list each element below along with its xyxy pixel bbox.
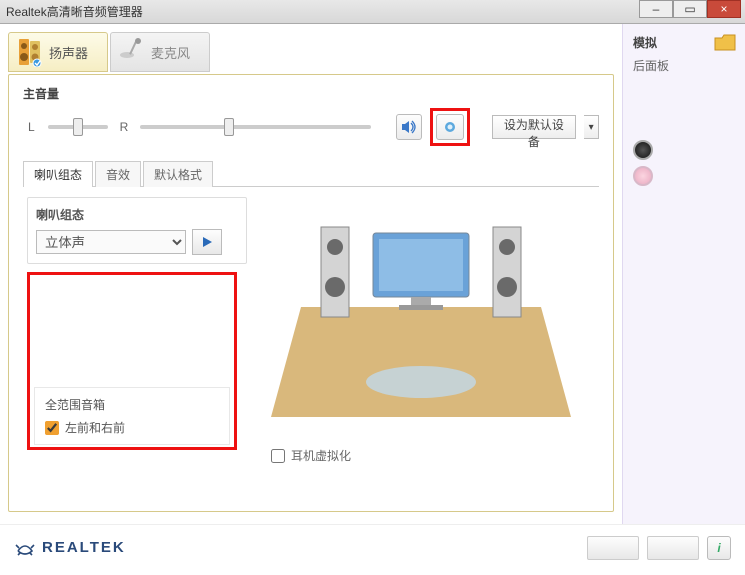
window-title: Realtek高清晰音频管理器	[6, 3, 143, 20]
close-button[interactable]: ×	[707, 0, 741, 18]
microphone-icon	[117, 37, 145, 67]
tab-speaker[interactable]: 扬声器	[8, 32, 108, 72]
minimize-button[interactable]: –	[639, 0, 673, 18]
balance-left-label: L	[23, 120, 40, 134]
device-advanced-settings-icon	[443, 120, 457, 134]
fullrange-box: 全范围音箱 左前和右前	[34, 387, 230, 445]
main-volume-label: 主音量	[23, 85, 599, 102]
balance-right-label: R	[116, 120, 133, 134]
fullrange-front-lr-checkbox[interactable]	[45, 421, 59, 435]
speaker-room-illustration	[271, 197, 571, 437]
realtek-crab-icon	[14, 537, 36, 559]
realtek-logo-text: REALTEK	[42, 539, 126, 556]
realtek-logo: REALTEK	[14, 537, 126, 559]
analog-jack-black[interactable]	[633, 140, 653, 160]
tab-microphone[interactable]: 麦克风	[110, 32, 210, 72]
speaker-config-title: 喇叭组态	[36, 206, 238, 223]
subtab-config[interactable]: 喇叭组态	[23, 161, 93, 187]
speaker-subtabs: 喇叭组态 音效 默认格式	[23, 160, 599, 187]
speaker-icon	[15, 37, 43, 67]
subtab-default-format[interactable]: 默认格式	[143, 161, 213, 187]
title-bar: Realtek高清晰音频管理器 – ▭ ×	[0, 0, 745, 24]
back-panel-label: 后面板	[633, 57, 735, 74]
bottom-button-1[interactable]	[587, 536, 639, 560]
subtab-effects[interactable]: 音效	[95, 161, 141, 187]
volume-icon	[401, 120, 417, 134]
folder-icon[interactable]	[713, 32, 737, 52]
speaker-config-area: 喇叭组态 立体声 全范围音箱	[23, 187, 599, 460]
analog-jack-pink[interactable]	[633, 166, 653, 186]
speaker-config-select[interactable]: 立体声	[36, 230, 186, 254]
headphone-virtualization-label: 耳机虚拟化	[291, 447, 351, 464]
fullrange-title: 全范围音箱	[45, 396, 219, 413]
tab-speaker-label: 扬声器	[49, 43, 88, 62]
speaker-config-box: 喇叭组态 立体声	[27, 197, 247, 264]
bottom-button-2[interactable]	[647, 536, 699, 560]
play-test-button[interactable]	[192, 229, 222, 255]
set-default-button[interactable]: 设为默认设备	[492, 115, 576, 139]
device-tabs: 扬声器 麦克风	[8, 30, 614, 74]
set-default-dropdown[interactable]: ▾	[584, 115, 599, 139]
highlight-fullrange: 全范围音箱 左前和右前	[27, 272, 237, 450]
play-icon	[200, 235, 214, 249]
window-controls: – ▭ ×	[639, 0, 741, 18]
main-volume-row: L R 设为默认设备 ▾	[23, 108, 599, 146]
headphone-virtualization-checkbox[interactable]	[271, 449, 285, 463]
side-panel: 模拟 后面板	[622, 24, 745, 524]
bottom-bar: REALTEK i	[0, 524, 745, 570]
mute-button[interactable]	[396, 114, 422, 140]
balance-slider[interactable]	[48, 125, 108, 129]
highlight-advanced-settings	[430, 108, 470, 146]
fullrange-front-lr-label: 左前和右前	[65, 419, 125, 436]
main-volume-slider[interactable]	[140, 125, 371, 129]
maximize-button[interactable]: ▭	[673, 0, 707, 18]
info-button[interactable]: i	[707, 536, 731, 560]
main-panel: 主音量 L R 设为默认设备 ▾ 喇叭组	[8, 74, 614, 512]
tab-mic-label: 麦克风	[151, 43, 190, 62]
device-advanced-settings-button[interactable]	[436, 114, 464, 140]
